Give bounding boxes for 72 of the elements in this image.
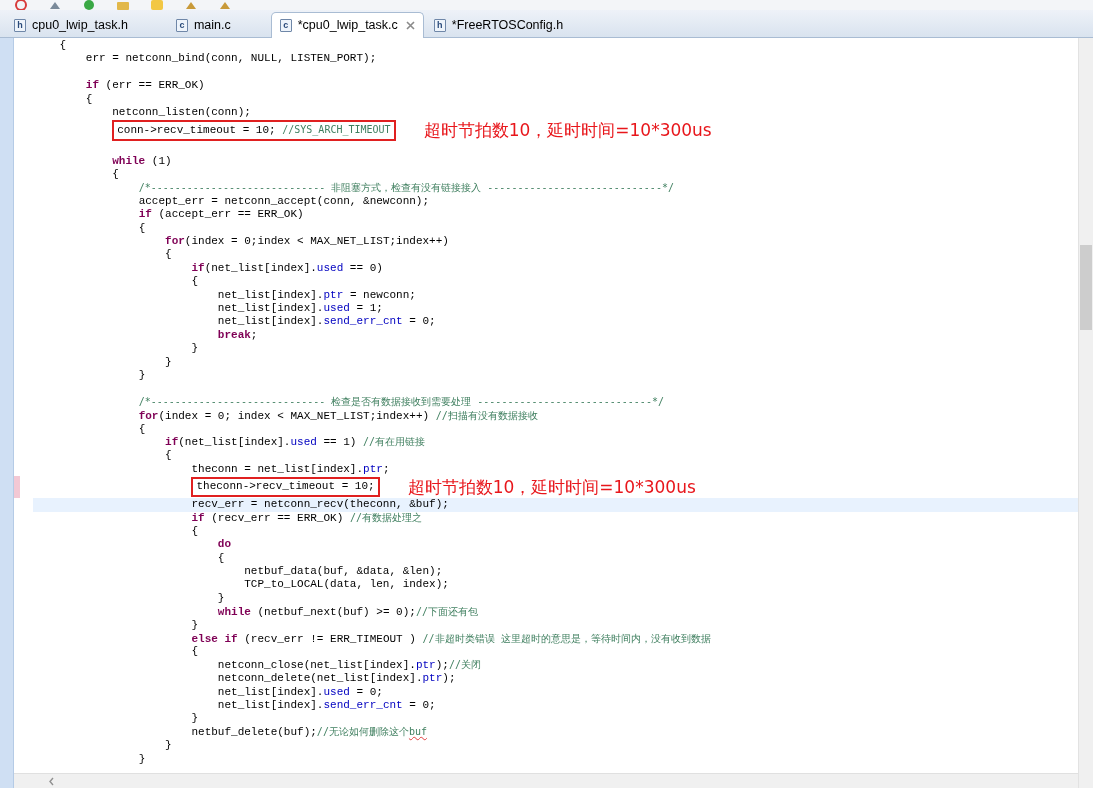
code-line: netconn_delete(net_list[index].ptr); [217, 672, 456, 686]
file-icon: c [175, 18, 188, 32]
code-line: theconn = net_list[index].ptr; [191, 462, 390, 477]
code-line: net_list[index].used = 1; [217, 302, 383, 316]
arrow-icon[interactable] [184, 0, 198, 10]
editor-tab[interactable]: c main.c [167, 13, 269, 37]
code-line: { [85, 92, 93, 106]
code-line: netbuf_delete(buf);//无论如何删除这个buf [191, 725, 427, 740]
scrollbar-thumb[interactable] [1080, 245, 1092, 330]
arrow-icon[interactable] [218, 0, 232, 10]
scroll-left-icon[interactable] [48, 776, 55, 786]
annotation-note: 超时节拍数10，延时时间=10*300us [423, 120, 712, 141]
code-line: } [191, 342, 199, 356]
code-line: TCP_to_LOCAL(data, len, index); [244, 578, 449, 592]
file-icon: h [433, 18, 446, 32]
code-line: net_list[index].used = 0; [217, 685, 383, 699]
code-line: break; [217, 328, 258, 343]
code-line: /*----------------------------- 非阻塞方式，检查有没有链接接入 -----------------------------*/ [138, 181, 674, 195]
horizontal-scrollbar[interactable] [14, 773, 1078, 788]
code-line: } [138, 752, 146, 766]
code-line: { [165, 449, 172, 463]
code-line: { [59, 39, 66, 53]
code-line: while (1) [112, 154, 172, 169]
code-line: } [191, 618, 199, 633]
ring-icon[interactable] [14, 0, 28, 10]
tab-label: main.c [193, 16, 232, 34]
code-line: if(net_list[index].used == 1) //有在用链接 [165, 435, 426, 450]
code-line: { [217, 551, 225, 566]
code-line: { [191, 524, 199, 539]
annotation-note: 超时节拍数10，延时时间=10*300us [407, 477, 696, 498]
code-line: err = netconn_bind(conn, NULL, LISTEN_PORT); [85, 52, 377, 66]
code-line: if(net_list[index].used == 0) [191, 261, 383, 276]
file-icon: h [14, 18, 26, 32]
code-line: { [112, 168, 119, 182]
code-line: } [165, 739, 172, 753]
close-icon[interactable] [405, 21, 415, 30]
code-line: } [165, 355, 172, 369]
code-line: while (netbuf_next(buf) >= 0);//下面还有包 [217, 604, 478, 620]
code-line: { [191, 275, 199, 289]
code-line: { [138, 221, 146, 236]
code-line: netbuf_data(buf, &data, &len); [244, 565, 443, 579]
code-line: for(index = 0;index < MAX_NET_LIST;index++) [165, 235, 449, 249]
arrow-icon[interactable] [48, 0, 62, 10]
code-line: recv_err = netconn_recv(theconn, &buf); [191, 498, 449, 512]
code-line: accept_err = netconn_accept(conn, &newconn); [138, 194, 430, 209]
vertical-scrollbar[interactable] [1078, 38, 1093, 788]
code-line: if (recv_err == ERR_OK) //有数据处理之 [191, 511, 422, 526]
code-line: } [217, 591, 225, 606]
tab-label: cpu0_lwip_task.h [32, 16, 129, 34]
editor-tab[interactable]: c *cpu0_lwip_task.c [270, 12, 424, 38]
code-line: { [191, 645, 199, 659]
code-line: { [165, 248, 172, 262]
editor-tab[interactable]: h cpu0_lwip_task.h [6, 13, 166, 37]
code-line: if (accept_err == ERR_OK) [138, 208, 304, 222]
tab-label: *FreeRTOSConfig.h [451, 16, 565, 34]
code-line: for(index = 0; index < MAX_NET_LIST;index++) //扫描有没有数据接收 [138, 408, 538, 424]
code-line: netconn_close(net_list[index].ptr);//关闭 [217, 658, 481, 673]
code-line: net_list[index].send_err_cnt = 0; [217, 315, 436, 329]
code-line: { [138, 422, 146, 436]
tab-label: *cpu0_lwip_task.c [297, 17, 399, 35]
editor-tab[interactable]: h *FreeRTOSConfig.h [425, 13, 602, 37]
code-line: /*----------------------------- 检查是否有数据接收到需要处理 -----------------------------*/ [138, 395, 664, 410]
code-line: net_list[index].send_err_cnt = 0; [217, 698, 436, 713]
code-line: netconn_listen(conn); [112, 105, 251, 120]
code-line: else if (recv_err != ERR_TIMEOUT ) //非超时类错误 这里超时的意思是，等待时间内，没有收到数据 [191, 631, 711, 646]
code-line: if (err == ERR_OK) [85, 79, 205, 93]
code-line: } [138, 369, 146, 383]
file-icon: c [279, 19, 292, 32]
code-line: do [217, 538, 232, 552]
code-line: } [191, 712, 199, 726]
code-line: net_list[index].ptr = newconn; [217, 288, 416, 303]
circle-icon[interactable] [82, 0, 96, 10]
